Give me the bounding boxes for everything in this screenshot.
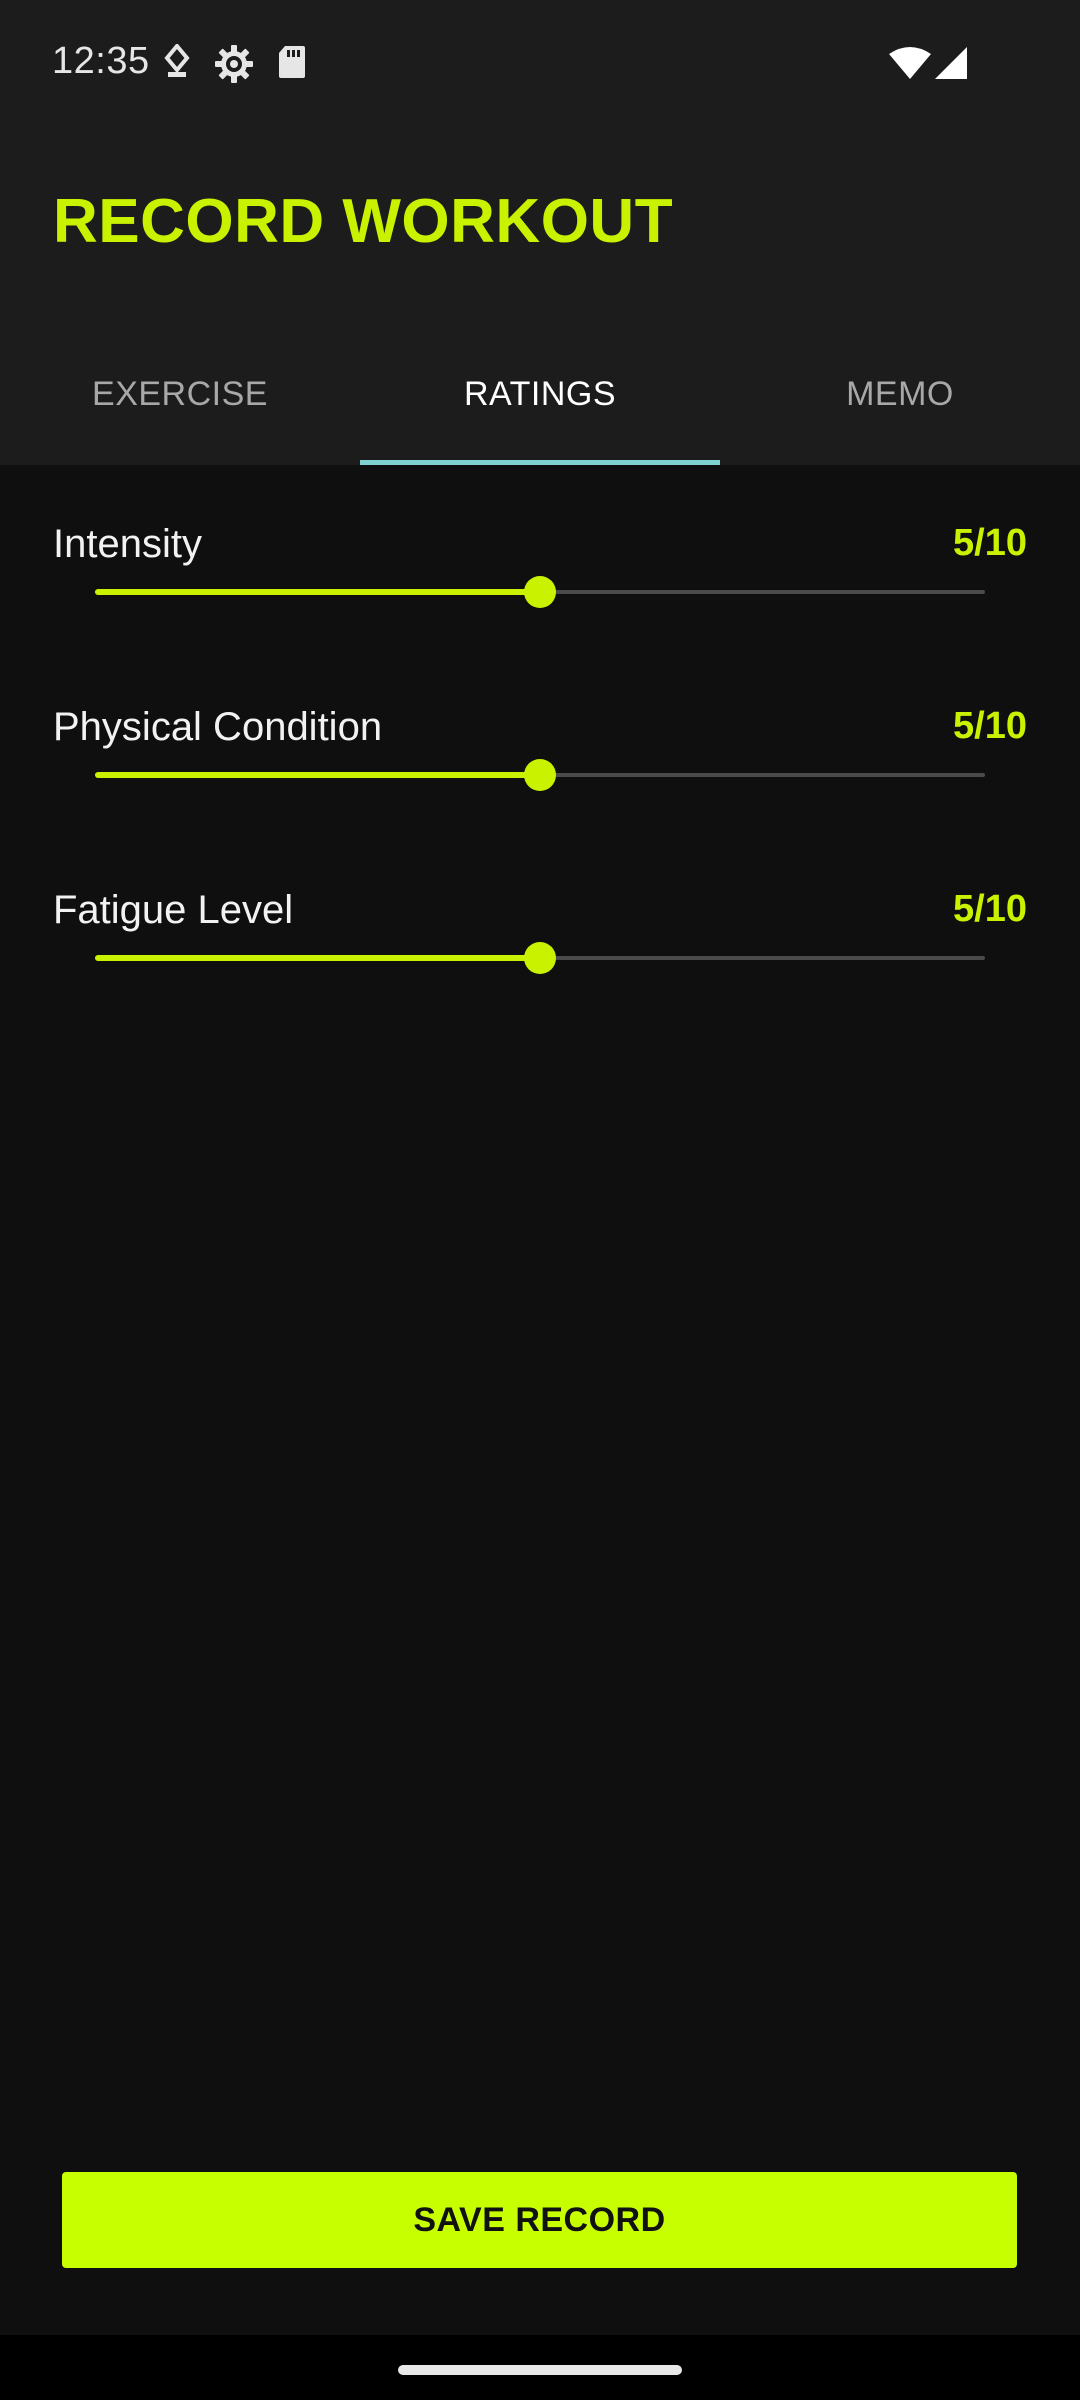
rating-intensity: Intensity 5/10 [0, 522, 1080, 672]
rating-value: 5/10 [953, 705, 1027, 747]
tab-memo-label: MEMO [846, 375, 954, 413]
tab-ratings[interactable]: RATINGS [360, 330, 720, 465]
system-nav-bar [0, 2335, 1080, 2400]
status-bar: 12:35 [0, 0, 1080, 130]
tab-ratings-label: RATINGS [463, 375, 617, 413]
tab-exercise[interactable]: EXERCISE [0, 330, 360, 465]
slider-thumb[interactable] [524, 942, 556, 974]
screen: 12:35 RECORD WORKOUT EXERCISE RATINGS ME… [0, 0, 1080, 2400]
intensity-slider[interactable] [95, 572, 985, 612]
physical-condition-slider[interactable] [95, 755, 985, 795]
cell-signal-icon [934, 46, 968, 80]
tab-memo[interactable]: MEMO [720, 330, 1080, 465]
tab-bar: EXERCISE RATINGS MEMO [0, 330, 1080, 465]
rating-physical-condition: Physical Condition 5/10 [0, 705, 1080, 855]
rating-label: Intensity [53, 522, 202, 566]
slider-thumb[interactable] [524, 759, 556, 791]
slider-fill [95, 955, 540, 961]
page-title: RECORD WORKOUT [53, 187, 674, 256]
slider-thumb[interactable] [524, 576, 556, 608]
fatigue-level-slider[interactable] [95, 938, 985, 978]
tab-exercise-label: EXERCISE [92, 375, 268, 413]
wifi-icon [888, 46, 932, 80]
rating-label: Fatigue Level [53, 888, 294, 932]
status-time: 12:35 [52, 40, 150, 82]
sd-card-icon [277, 44, 307, 80]
slider-fill [95, 772, 540, 778]
active-tab-indicator [360, 460, 720, 465]
rating-value: 5/10 [953, 888, 1027, 930]
rating-fatigue-level: Fatigue Level 5/10 [0, 888, 1080, 1038]
location-icon [163, 44, 191, 80]
home-indicator[interactable] [398, 2365, 682, 2375]
rating-label: Physical Condition [53, 705, 383, 749]
settings-gear-icon [214, 44, 254, 84]
save-record-button[interactable]: SAVE RECORD [62, 2172, 1017, 2268]
slider-fill [95, 589, 540, 595]
app-header: 12:35 RECORD WORKOUT EXERCISE RATINGS ME… [0, 0, 1080, 465]
rating-value: 5/10 [953, 522, 1027, 564]
